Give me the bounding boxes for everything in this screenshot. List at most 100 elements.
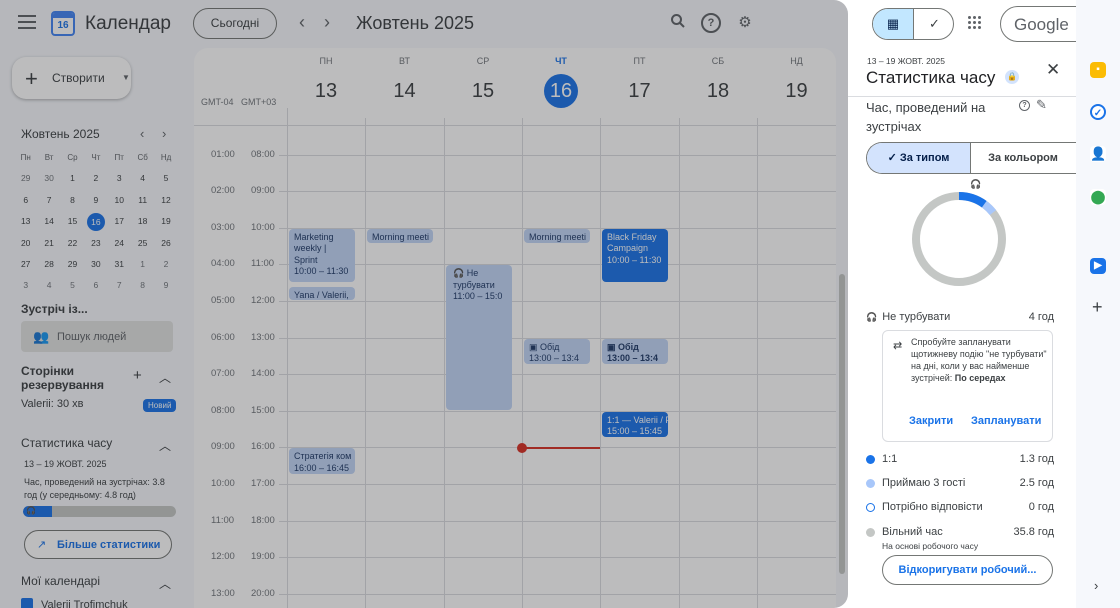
- day-header[interactable]: СР 15: [444, 48, 522, 118]
- mini-day[interactable]: 6: [84, 275, 107, 296]
- event-morning-tue[interactable]: Morning meeti: [367, 228, 433, 244]
- mini-day[interactable]: 28: [37, 254, 60, 275]
- collapse-booking-icon[interactable]: ︿: [159, 369, 171, 386]
- mini-day[interactable]: 6: [14, 190, 37, 211]
- scrollbar[interactable]: [839, 274, 845, 574]
- event-marketing[interactable]: Marketing weekly | Sprint 10:00 – 11:30: [289, 228, 355, 282]
- mini-day[interactable]: 31: [108, 254, 131, 275]
- mini-day[interactable]: 4: [37, 275, 60, 296]
- event-strategy[interactable]: Стратегія ком 16:00 – 16:45: [289, 448, 355, 474]
- today-button[interactable]: Сьогодні: [193, 8, 277, 39]
- day-number[interactable]: 18: [679, 74, 757, 108]
- tab-by-type[interactable]: ✓ За типом: [867, 143, 971, 173]
- mini-day[interactable]: 29: [61, 254, 84, 275]
- day-header[interactable]: НД 19: [757, 48, 836, 118]
- mini-day[interactable]: 1: [61, 168, 84, 189]
- event-black-friday[interactable]: Black Friday Campaign 10:00 – 11:30: [602, 228, 668, 282]
- event-lunch-thu[interactable]: ▣ Обід 13:00 – 13:4: [524, 338, 590, 365]
- mini-day[interactable]: 12: [154, 190, 177, 211]
- search-icon[interactable]: [668, 13, 688, 33]
- tasks-icon[interactable]: ✓: [1090, 104, 1106, 120]
- tasks-view-icon[interactable]: ✓: [914, 9, 953, 39]
- mini-day[interactable]: 15: [61, 211, 84, 232]
- collapse-my-calendars-icon[interactable]: ︿: [159, 575, 171, 592]
- more-stats-button[interactable]: ↗ Більше статистики: [24, 530, 172, 559]
- mini-day[interactable]: 19: [154, 211, 177, 232]
- mini-day[interactable]: 3: [108, 168, 131, 189]
- mini-day[interactable]: 7: [37, 190, 60, 211]
- help-icon[interactable]: ?: [701, 13, 721, 33]
- mini-day[interactable]: 3: [14, 275, 37, 296]
- calendar-view-icon[interactable]: ▦: [873, 9, 914, 39]
- search-people-input[interactable]: 👥 Пошук людей: [21, 321, 173, 352]
- prev-week-icon[interactable]: ‹: [299, 12, 305, 33]
- event-lunch-fri[interactable]: ▣ Обід 13:00 – 13:4: [602, 338, 668, 365]
- adjust-working-hours-button[interactable]: Відкоригувати робочий...: [882, 555, 1053, 585]
- day-header[interactable]: ПН 13: [287, 48, 365, 118]
- create-button[interactable]: + Створити ▼: [12, 57, 131, 99]
- day-number[interactable]: 15: [444, 74, 522, 108]
- day-header[interactable]: СБ 18: [679, 48, 757, 118]
- mini-day[interactable]: 8: [131, 275, 154, 296]
- mini-day[interactable]: 9: [154, 275, 177, 296]
- my-calendar-item[interactable]: Valerii Trofimchuk: [21, 598, 128, 608]
- mini-day[interactable]: 10: [108, 190, 131, 211]
- help-icon[interactable]: ?: [1019, 100, 1030, 111]
- mini-day[interactable]: 2: [154, 254, 177, 275]
- mini-day[interactable]: 13: [14, 211, 37, 232]
- mini-day[interactable]: 9: [84, 190, 107, 211]
- expand-panel-icon[interactable]: ›: [1094, 578, 1098, 593]
- mini-day[interactable]: 30: [37, 168, 60, 189]
- settings-gear-icon[interactable]: ⚙: [735, 13, 755, 33]
- day-header[interactable]: ПТ 17: [600, 48, 679, 118]
- main-menu-icon[interactable]: [18, 15, 36, 29]
- mini-day[interactable]: 2: [84, 168, 107, 189]
- event-do-not-disturb[interactable]: 🎧 Не турбувати 11:00 – 15:0: [446, 265, 512, 410]
- mini-day[interactable]: 7: [108, 275, 131, 296]
- mini-day[interactable]: 1: [131, 254, 154, 275]
- dismiss-suggestion-button[interactable]: Закрити: [909, 415, 953, 427]
- mini-day[interactable]: 16: [84, 211, 107, 232]
- day-header[interactable]: ВТ 14: [365, 48, 444, 118]
- day-header[interactable]: ЧТ 16: [522, 48, 600, 118]
- mini-day[interactable]: 22: [61, 233, 84, 254]
- mini-day[interactable]: 25: [131, 233, 154, 254]
- event-yana[interactable]: Yana / Valerii,: [289, 287, 355, 300]
- checkbox-icon[interactable]: [21, 598, 33, 608]
- mini-day[interactable]: 5: [61, 275, 84, 296]
- mini-next-icon[interactable]: ›: [162, 126, 166, 141]
- add-app-icon[interactable]: +: [1092, 297, 1103, 318]
- edit-pencil-icon[interactable]: ✎: [1036, 97, 1047, 113]
- next-week-icon[interactable]: ›: [324, 12, 330, 33]
- add-booking-icon[interactable]: +: [133, 367, 142, 384]
- mini-day[interactable]: 11: [131, 190, 154, 211]
- schedule-suggestion-button[interactable]: Запланувати: [971, 415, 1041, 427]
- mini-day[interactable]: 30: [84, 254, 107, 275]
- close-icon[interactable]: ✕: [1046, 60, 1060, 80]
- mini-day[interactable]: 5: [154, 168, 177, 189]
- booking-page-item[interactable]: Valerii: 30 хв: [21, 398, 226, 458]
- collapse-stats-icon[interactable]: ︿: [159, 437, 171, 454]
- day-number[interactable]: 17: [600, 74, 679, 108]
- day-number[interactable]: 16: [544, 74, 578, 108]
- event-one-on-one[interactable]: 1:1 — Valerii / F 15:00 – 15:45: [602, 411, 668, 438]
- keep-icon[interactable]: ▪: [1090, 62, 1106, 78]
- mini-day[interactable]: 17: [108, 211, 131, 232]
- mini-day[interactable]: 29: [14, 168, 37, 189]
- mini-day[interactable]: 4: [131, 168, 154, 189]
- day-number[interactable]: 19: [757, 74, 836, 108]
- day-number[interactable]: 13: [287, 74, 365, 108]
- mini-day[interactable]: 18: [131, 211, 154, 232]
- mini-day[interactable]: 26: [154, 233, 177, 254]
- event-morning-thu[interactable]: Morning meeti: [524, 228, 590, 244]
- day-number[interactable]: 14: [365, 74, 444, 108]
- mini-prev-icon[interactable]: ‹: [140, 126, 144, 141]
- apps-grid-icon[interactable]: [968, 16, 982, 30]
- mini-day[interactable]: 21: [37, 233, 60, 254]
- mini-day[interactable]: 8: [61, 190, 84, 211]
- mini-day[interactable]: 23: [84, 233, 107, 254]
- mini-day[interactable]: 20: [14, 233, 37, 254]
- mini-day[interactable]: 27: [14, 254, 37, 275]
- contacts-icon[interactable]: 👤: [1090, 146, 1106, 162]
- maps-icon[interactable]: ⬤: [1090, 189, 1106, 205]
